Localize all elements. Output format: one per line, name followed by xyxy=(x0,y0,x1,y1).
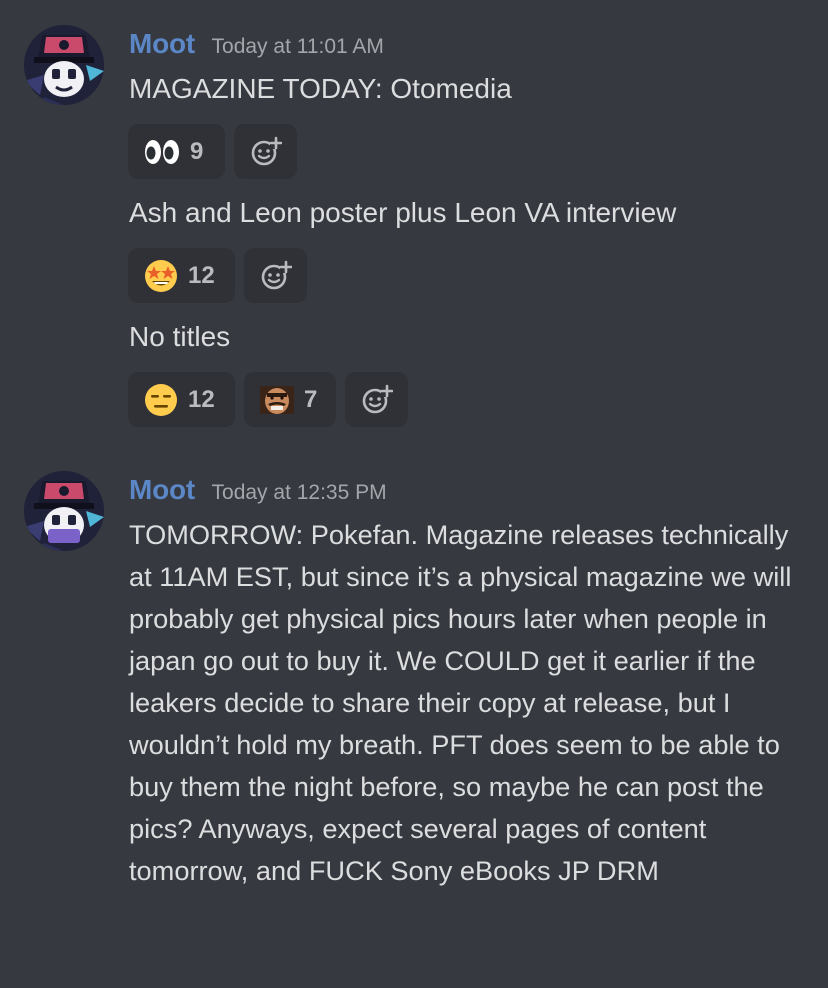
reaction-count: 9 xyxy=(190,137,204,165)
author-name[interactable]: Moot xyxy=(129,28,195,59)
message-line: No titles xyxy=(129,321,231,352)
reactions-row: 12 7 xyxy=(128,372,408,427)
timestamp[interactable]: Today at 12:35 PM xyxy=(212,481,387,504)
message-text: TOMORROW: Pokefan. Magazine releases tec… xyxy=(129,519,792,886)
add-reaction-button[interactable] xyxy=(345,372,408,427)
add-reaction-icon xyxy=(361,384,393,416)
expressionless-emoji-icon xyxy=(144,383,178,417)
reactions-row: 12 xyxy=(128,248,307,303)
avatar[interactable] xyxy=(24,471,104,551)
avatar-image xyxy=(24,25,104,105)
add-reaction-button[interactable] xyxy=(234,124,297,179)
reaction-expressionless[interactable]: 12 xyxy=(128,372,235,427)
eyes-emoji-icon xyxy=(144,139,180,165)
add-reaction-button[interactable] xyxy=(244,248,307,303)
reaction-count: 12 xyxy=(188,385,215,413)
avatar-image xyxy=(24,471,104,551)
reaction-count: 7 xyxy=(304,385,318,413)
reaction-custom-face[interactable]: 7 xyxy=(244,372,336,427)
reaction-star-struck[interactable]: 12 xyxy=(128,248,235,303)
message-header: Moot Today at 12:35 PM xyxy=(129,474,387,506)
message-line: MAGAZINE TODAY: Otomedia xyxy=(129,73,512,104)
reaction-eyes[interactable]: 9 xyxy=(128,124,225,179)
avatar[interactable] xyxy=(24,25,104,105)
reaction-count: 12 xyxy=(188,261,215,289)
reactions-row: 9 xyxy=(128,124,297,179)
add-reaction-icon xyxy=(260,260,292,292)
timestamp[interactable]: Today at 11:01 AM xyxy=(212,35,384,58)
message-header: Moot Today at 11:01 AM xyxy=(129,28,384,60)
add-reaction-icon xyxy=(250,136,282,168)
message-line: Ash and Leon poster plus Leon VA intervi… xyxy=(129,197,677,228)
star-struck-emoji-icon xyxy=(144,259,178,293)
custom-mustache-face-emoji-icon xyxy=(260,385,294,414)
author-name[interactable]: Moot xyxy=(129,474,195,505)
